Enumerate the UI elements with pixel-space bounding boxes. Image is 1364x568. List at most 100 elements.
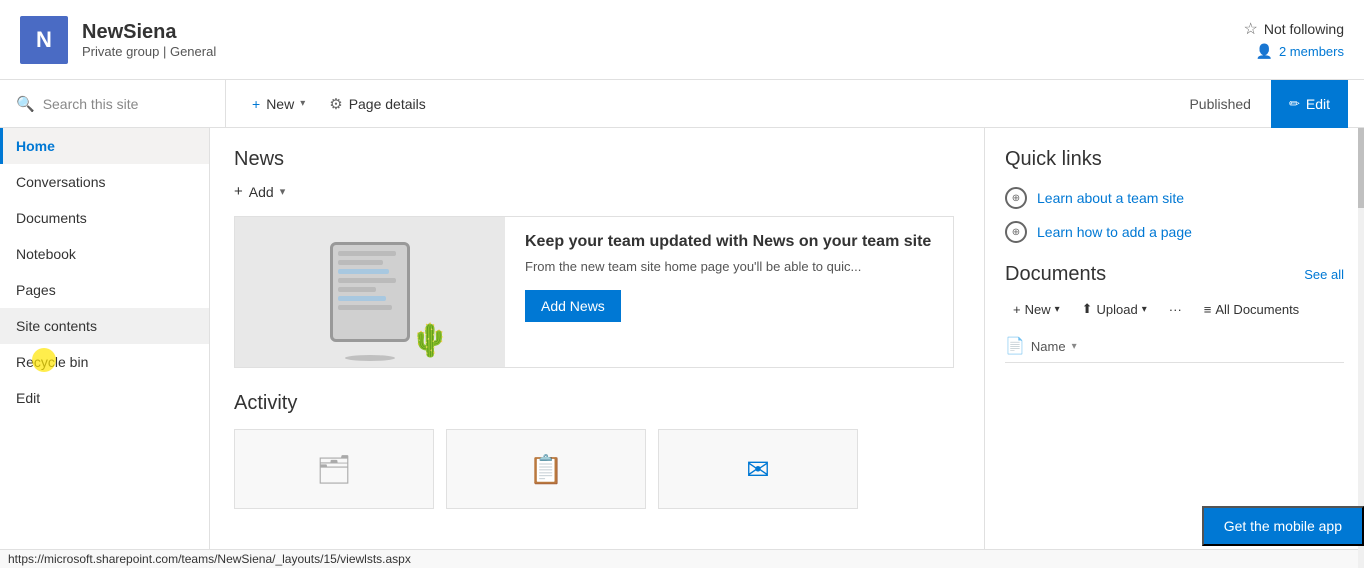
- activity-card-3: ✉: [658, 429, 858, 509]
- sidebar: Home Conversations Documents Notebook Pa…: [0, 128, 210, 568]
- chevron-down-icon: ▾: [300, 98, 305, 109]
- quick-link-label-2: Learn how to add a page: [1037, 224, 1192, 240]
- gear-icon: ⚙: [329, 95, 342, 113]
- mobile-app-banner[interactable]: Get the mobile app: [1202, 506, 1364, 546]
- site-name: NewSiena: [82, 21, 216, 44]
- star-icon: ☆: [1244, 19, 1258, 39]
- chevron-down-icon: ▾: [1055, 304, 1060, 315]
- sidebar-item-label: Recycle bin: [16, 354, 88, 370]
- toolbar: 🔍 Search this site + New ▾ ⚙ Page detail…: [0, 80, 1364, 128]
- docs-more-button[interactable]: ···: [1161, 297, 1190, 322]
- sidebar-item-label: Documents: [16, 210, 87, 226]
- plus-icon: +: [234, 183, 243, 200]
- quick-link-item-2[interactable]: ⊕ Learn how to add a page: [1005, 221, 1344, 243]
- news-title: News: [234, 148, 960, 171]
- sidebar-item-home[interactable]: Home: [0, 128, 209, 164]
- add-label: Add: [249, 184, 274, 200]
- docs-new-label: New: [1025, 302, 1051, 317]
- all-docs-label: All Documents: [1215, 302, 1299, 317]
- members-label: 2 members: [1279, 44, 1344, 59]
- site-avatar: N: [20, 16, 68, 64]
- upload-icon: ⬆: [1082, 301, 1093, 317]
- quick-links-section: Quick links ⊕ Learn about a team site ⊕ …: [1005, 148, 1344, 243]
- site-info: NewSiena Private group | General: [82, 21, 216, 59]
- separator: |: [163, 44, 166, 59]
- header-right: ☆ Not following 👤 2 members: [1244, 19, 1345, 60]
- group-type: Private group: [82, 44, 159, 59]
- search-icon: 🔍: [16, 95, 35, 113]
- page-details-label: Page details: [349, 96, 426, 112]
- scrollbar-thumb[interactable]: [1358, 128, 1364, 208]
- not-following-button[interactable]: ☆ Not following: [1244, 19, 1345, 39]
- toolbar-right: Published ✏ Edit: [1177, 80, 1348, 128]
- docs-header: Documents See all: [1005, 263, 1344, 286]
- documents-section: Documents See all + New ▾ ⬆ Upload ▾ ···: [1005, 263, 1344, 363]
- scrollbar-track[interactable]: [1358, 128, 1364, 568]
- status-bar: https://microsoft.sharepoint.com/teams/N…: [0, 549, 1364, 568]
- page-details-button[interactable]: ⚙ Page details: [319, 89, 436, 119]
- sidebar-item-notebook[interactable]: Notebook: [0, 236, 209, 272]
- sidebar-item-label: Edit: [16, 390, 40, 406]
- search-area[interactable]: 🔍 Search this site: [16, 80, 226, 128]
- new-label: New: [266, 96, 294, 112]
- edit-button[interactable]: ✏ Edit: [1271, 80, 1348, 128]
- news-section: News + Add ▾: [234, 148, 960, 368]
- outlook-icon: ✉: [746, 453, 769, 486]
- news-heading: Keep your team updated with News on your…: [525, 233, 933, 251]
- sidebar-item-conversations[interactable]: Conversations: [0, 164, 209, 200]
- plus-icon: +: [252, 96, 260, 112]
- search-label: Search this site: [43, 96, 139, 112]
- sidebar-item-pages[interactable]: Pages: [0, 272, 209, 308]
- main-layout: Home Conversations Documents Notebook Pa…: [0, 128, 1364, 568]
- sidebar-item-label: Notebook: [16, 246, 76, 262]
- status-url: https://microsoft.sharepoint.com/teams/N…: [8, 552, 411, 566]
- ellipsis-icon: ···: [1169, 302, 1182, 317]
- top-header: N NewSiena Private group | General ☆ Not…: [0, 0, 1364, 80]
- news-card: 🌵 Keep your team updated with News on yo…: [234, 216, 954, 368]
- news-image: 🌵: [235, 217, 505, 367]
- activity-card-2: 📋: [446, 429, 646, 509]
- chevron-down-icon: ▾: [1142, 304, 1147, 315]
- docs-all-documents-button[interactable]: ≡ All Documents: [1196, 297, 1307, 322]
- sidebar-item-documents[interactable]: Documents: [0, 200, 209, 236]
- new-button[interactable]: + New ▾: [242, 90, 315, 118]
- sidebar-item-edit[interactable]: Edit: [0, 380, 209, 416]
- members-button[interactable]: 👤 2 members: [1256, 43, 1344, 60]
- site-meta: Private group | General: [82, 44, 216, 59]
- chevron-down-icon: ▾: [1072, 341, 1077, 352]
- news-body: Keep your team updated with News on your…: [505, 217, 953, 367]
- list-icon: ≡: [1204, 302, 1212, 317]
- site-identity: N NewSiena Private group | General: [20, 16, 216, 64]
- pencil-icon: ✏: [1289, 96, 1300, 112]
- sidebar-item-label: Conversations: [16, 174, 106, 190]
- docs-upload-button[interactable]: ⬆ Upload ▾: [1074, 296, 1155, 322]
- activity-cards: 🗂 📋 ✉: [234, 429, 960, 509]
- activity-card-1: 🗂: [234, 429, 434, 509]
- quick-link-label-1: Learn about a team site: [1037, 190, 1184, 206]
- sidebar-item-recycle-bin[interactable]: Recycle bin: [0, 344, 209, 380]
- add-button[interactable]: + Add ▾: [234, 183, 285, 200]
- toolbar-left: 🔍 Search this site + New ▾ ⚙ Page detail…: [16, 80, 1177, 128]
- activity-section: Activity 🗂 📋 ✉: [234, 392, 960, 509]
- right-panel: Quick links ⊕ Learn about a team site ⊕ …: [984, 128, 1364, 568]
- general-link[interactable]: General: [170, 44, 216, 59]
- globe-icon-1: ⊕: [1005, 187, 1027, 209]
- add-news-button[interactable]: Add News: [525, 290, 621, 322]
- content-area: News + Add ▾: [210, 128, 984, 568]
- person-icon: 👤: [1256, 43, 1273, 60]
- docs-column-header: 📄 Name ▾: [1005, 330, 1344, 363]
- edit-label: Edit: [1306, 96, 1330, 112]
- quick-link-item-1[interactable]: ⊕ Learn about a team site: [1005, 187, 1344, 209]
- quick-links-title: Quick links: [1005, 148, 1344, 171]
- chevron-down-icon: ▾: [280, 185, 286, 198]
- sidebar-item-site-contents[interactable]: Site contents: [0, 308, 209, 344]
- docs-new-button[interactable]: + New ▾: [1005, 297, 1068, 322]
- see-all-link[interactable]: See all: [1304, 267, 1344, 282]
- sidebar-item-label: Pages: [16, 282, 56, 298]
- news-description: From the new team site home page you'll …: [525, 259, 933, 274]
- sidebar-item-label: Home: [16, 138, 55, 154]
- name-column-label[interactable]: Name: [1031, 339, 1066, 354]
- globe-icon-2: ⊕: [1005, 221, 1027, 243]
- folder-icon: 🗂: [316, 453, 352, 486]
- docs-title: Documents: [1005, 263, 1106, 286]
